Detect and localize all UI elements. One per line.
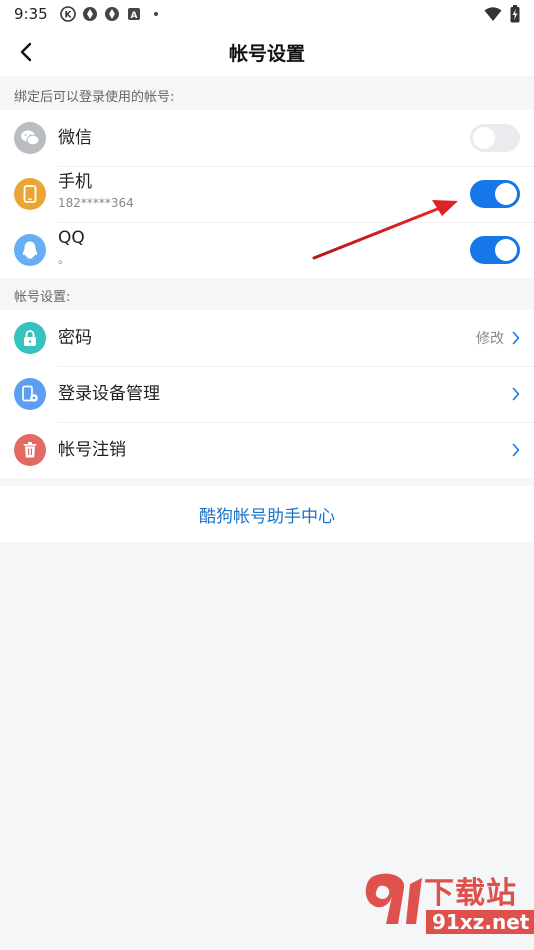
bound-account-subtitle: 。 — [58, 252, 71, 266]
help-center-card: 酷狗帐号助手中心 — [0, 486, 534, 542]
bound-accounts-section-label: 绑定后可以登录使用的帐号: — [14, 90, 175, 105]
dot-icon — [148, 6, 164, 22]
bound-account-title: QQ — [58, 228, 85, 248]
account-settings-section-label: 帐号设置: — [14, 290, 71, 305]
watermark-brand: 下载站 — [424, 876, 517, 911]
device-management-row[interactable]: 登录设备管理 — [0, 366, 534, 422]
trash-icon — [14, 434, 46, 466]
battery-charging-icon — [510, 5, 520, 27]
bound-account-subtitle: 182*****364 — [58, 196, 134, 210]
bound-account-title: 微信 — [58, 128, 92, 148]
settings-row-title: 登录设备管理 — [58, 384, 160, 404]
phone-icon — [14, 178, 46, 210]
toggle-knob — [495, 183, 517, 205]
chevron-left-icon — [20, 42, 32, 62]
aperture-icon — [104, 6, 120, 22]
account-cancellation-action — [512, 443, 520, 457]
password-row[interactable]: 密码 修改 — [0, 310, 534, 366]
phone-bind-toggle[interactable] — [470, 180, 520, 208]
toggle-knob — [495, 239, 517, 261]
k-circle-icon: K — [60, 6, 76, 22]
account-cancellation-row[interactable]: 帐号注销 — [0, 422, 534, 478]
modify-label: 修改 — [476, 331, 504, 347]
settings-row-title: 帐号注销 — [58, 440, 126, 460]
a-box-icon: A — [126, 6, 142, 22]
back-button[interactable] — [8, 34, 44, 70]
qq-icon — [14, 234, 46, 266]
bound-account-title: 手机 — [58, 172, 92, 192]
wechat-bind-toggle[interactable] — [470, 124, 520, 152]
wechat-icon — [14, 122, 46, 154]
lock-icon — [14, 322, 46, 354]
help-center-link[interactable]: 酷狗帐号助手中心 — [199, 502, 335, 527]
header-bar: 帐号设置 — [0, 28, 534, 76]
device-management-action — [512, 387, 520, 401]
qq-bind-toggle[interactable] — [470, 236, 520, 264]
watermark-logo: 下载站 91xz.net — [360, 866, 534, 946]
status-bar: 9:35 K A — [0, 0, 534, 28]
status-notification-icons: K A — [60, 6, 164, 22]
chevron-right-icon — [512, 443, 520, 457]
phone-text: 手机 182*****364 — [58, 172, 134, 211]
watermark-site: 91xz.net — [426, 910, 534, 934]
bound-accounts-card: 微信 手机 182*****364 QQ 。 — [0, 110, 534, 278]
aperture-icon — [82, 6, 98, 22]
bound-account-phone: 手机 182*****364 — [0, 166, 534, 222]
page-title: 帐号设置 — [228, 42, 305, 65]
chevron-right-icon — [512, 331, 520, 345]
bound-account-wechat: 微信 — [0, 110, 534, 166]
password-action: 修改 — [476, 328, 520, 348]
device-management-text: 登录设备管理 — [58, 384, 160, 404]
password-text: 密码 — [58, 328, 92, 348]
account-cancellation-text: 帐号注销 — [58, 440, 126, 460]
toggle-knob — [473, 127, 495, 149]
device-settings-icon — [14, 378, 46, 410]
svg-text:K: K — [65, 11, 73, 21]
svg-text:A: A — [131, 11, 138, 21]
account-settings-card: 密码 修改 登录设备管理 帐号注销 — [0, 310, 534, 478]
bound-account-qq: QQ 。 — [0, 222, 534, 278]
status-time: 9:35 — [14, 5, 48, 23]
chevron-right-icon — [512, 387, 520, 401]
wifi-icon — [484, 6, 502, 26]
settings-row-title: 密码 — [58, 328, 92, 348]
wechat-text: 微信 — [58, 128, 92, 148]
qq-text: QQ 。 — [58, 228, 85, 267]
status-system-icons — [484, 5, 520, 27]
